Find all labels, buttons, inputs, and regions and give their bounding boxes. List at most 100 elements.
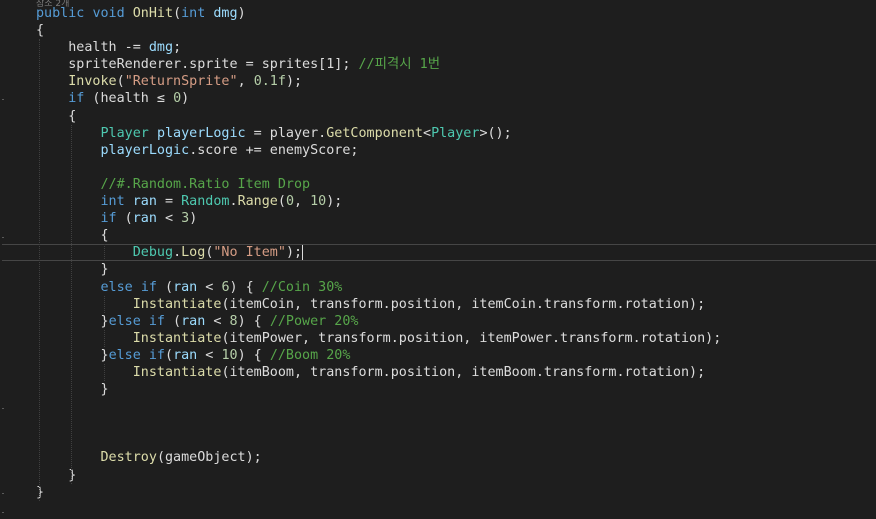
code-text: . <box>229 194 238 210</box>
code-line[interactable]: { <box>36 108 876 125</box>
code-text: } <box>36 484 45 500</box>
indent-guide <box>103 244 105 262</box>
gutter-marker <box>2 512 4 513</box>
identifier-token: dmg <box>148 40 174 56</box>
code-line[interactable]: else if (ran < 6) { //Coin 30% <box>36 279 876 296</box>
code-line[interactable]: Instantiate(itemCoin, transform.position… <box>36 296 876 313</box>
code-line[interactable]: public void OnHit(int dmg) <box>36 5 876 22</box>
code-line[interactable]: } <box>36 261 876 278</box>
editor-gutter <box>0 0 28 519</box>
code-text: spriteRenderer.sprite = sprites[1]; <box>36 57 359 73</box>
code-line[interactable]: Instantiate(itemPower, transform.positio… <box>36 330 876 347</box>
code-text: (itemCoin, transform.position, itemCoin.… <box>221 296 706 312</box>
code-text: ) { <box>237 347 270 363</box>
code-line[interactable]: int ran = Random.Range(0, 10); <box>36 193 876 210</box>
code-line[interactable]: Debug.Log("No Item"); <box>2 244 876 262</box>
method-token: Instantiate <box>132 296 222 312</box>
gutter-marker <box>2 493 4 494</box>
keyword-token: void <box>92 6 125 21</box>
code-editor[interactable]: public void OnHit(int dmg){ health -= dm… <box>2 5 876 501</box>
keyword-token: else <box>100 279 133 295</box>
identifier-token: playerLogic <box>156 125 246 141</box>
text-caret <box>302 244 304 260</box>
code-text: (gameObject); <box>156 450 262 466</box>
number-token: 8 <box>229 313 238 329</box>
code-text: (itemPower, transform.position, itemPowe… <box>221 330 722 346</box>
code-text: ) { <box>237 313 270 329</box>
code-text: < <box>197 279 222 295</box>
keyword-token: int <box>181 6 206 21</box>
code-text: ( <box>116 211 133 227</box>
code-line[interactable]: }else if(ran < 10) { //Boom 20% <box>36 347 876 364</box>
number-token: 0 <box>285 194 294 210</box>
string-token: "ReturnSprite" <box>124 74 238 90</box>
identifier-token: dmg <box>213 6 238 21</box>
code-text: ( <box>165 347 174 363</box>
code-line[interactable]: health -= dmg; <box>36 39 876 56</box>
code-text: ( <box>173 6 182 21</box>
comment-token: //Coin 30% <box>261 279 343 295</box>
code-line[interactable]: Player playerLogic = player.GetComponent… <box>36 125 876 142</box>
code-line[interactable]: if (ran < 3) <box>36 210 876 227</box>
code-text: ) <box>237 6 246 21</box>
code-text: , <box>294 194 311 210</box>
code-text: ( <box>116 74 125 90</box>
indent-guide <box>103 295 105 313</box>
code-text: < <box>205 313 230 329</box>
keyword-token: if <box>148 313 165 329</box>
code-line[interactable] <box>36 415 876 432</box>
code-line[interactable]: }else if (ran < 8) { //Power 20% <box>36 313 876 330</box>
number-token: 3 <box>181 211 190 227</box>
method-token: GetComponent <box>326 125 423 141</box>
code-text: } <box>36 467 77 483</box>
code-line[interactable]: if (health ≤ 0) <box>36 90 876 107</box>
code-line[interactable]: Destroy(gameObject); <box>36 449 876 466</box>
code-line[interactable]: { <box>36 22 876 39</box>
indent-guide <box>71 124 73 484</box>
identifier-token: ran <box>173 279 198 295</box>
code-line[interactable]: } <box>36 381 876 398</box>
number-token: 0.1f <box>253 74 286 90</box>
code-line[interactable] <box>36 432 876 449</box>
code-line[interactable]: { <box>36 227 876 244</box>
keyword-token: int <box>100 194 125 210</box>
code-line[interactable]: Invoke("ReturnSprite", 0.1f); <box>36 73 876 90</box>
code-line[interactable]: Instantiate(itemBoom, transform.position… <box>36 364 876 381</box>
code-text: { <box>36 23 45 39</box>
number-token: 0 <box>173 91 182 107</box>
code-text: ); <box>285 74 303 90</box>
code-line[interactable]: playerLogic.score += enemyScore; <box>36 142 876 159</box>
string-token: "No Item" <box>213 245 286 261</box>
code-text: ); <box>326 194 343 210</box>
keyword-token: if <box>68 91 85 107</box>
code-line[interactable]: //#.Random.Ratio Item Drop <box>36 176 876 193</box>
code-line[interactable] <box>36 159 876 176</box>
code-text: < <box>156 211 182 227</box>
gutter-marker <box>2 99 4 100</box>
code-text: ); <box>285 245 303 261</box>
code-line[interactable]: } <box>36 484 876 501</box>
method-token: Destroy <box>100 450 157 466</box>
identifier-token: ran <box>173 347 198 363</box>
identifier-token: ran <box>132 194 157 210</box>
gutter-marker <box>2 237 4 238</box>
method-token: Invoke <box>68 74 117 90</box>
code-text: >(); <box>479 125 512 141</box>
comment-token: //Boom 20% <box>269 347 351 363</box>
comment-token: //피격시 1번 <box>358 57 441 73</box>
keyword-token: else <box>108 347 141 363</box>
code-line[interactable]: } <box>36 467 876 484</box>
code-line[interactable]: spriteRenderer.sprite = sprites[1]; //피격… <box>36 56 876 73</box>
code-text: health -= <box>36 40 149 56</box>
indent-guide <box>103 364 105 382</box>
code-text: .score += enemyScore; <box>189 142 359 158</box>
code-line[interactable] <box>36 398 876 415</box>
